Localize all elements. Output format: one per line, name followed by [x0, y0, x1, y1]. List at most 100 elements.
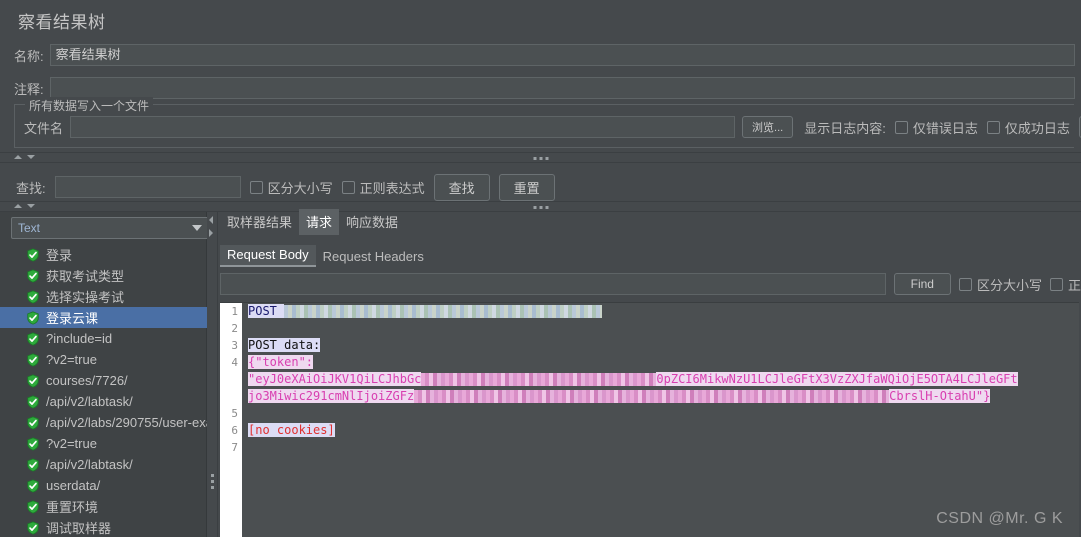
success-shield-icon [27, 289, 39, 304]
post-data-label: POST data: [248, 338, 321, 352]
no-cookies-text: [no cookies] [248, 423, 335, 437]
success-shield-icon [27, 247, 39, 262]
line-number: 5 [231, 407, 238, 420]
tree-item[interactable]: /api/v2/labtask/ [0, 454, 207, 475]
tree-item-label: courses/7726/ [46, 373, 128, 388]
tree-item-label: 选择实操考试 [46, 290, 125, 305]
search-label: 查找: [16, 180, 46, 196]
splitter-top-arrows[interactable] [14, 155, 35, 159]
tree-item[interactable]: /api/v2/labs/290755/user-exa [0, 412, 207, 433]
comment-label: 注释: [14, 81, 44, 97]
line-number: 7 [231, 441, 238, 454]
errors-only-checkbox[interactable] [894, 120, 908, 134]
main-tab[interactable]: 请求 [299, 209, 340, 235]
search-reset-button[interactable]: 重置 [498, 173, 555, 201]
log-content-options: 显示日志内容: 仅错误日志 仅成功日志 [804, 116, 1081, 138]
tree-item-label: /api/v2/labtask/ [46, 394, 133, 409]
find-case-label: 区分大小写 [976, 277, 1042, 293]
find-input[interactable] [220, 273, 886, 295]
tree-item[interactable]: ?v2=true [0, 349, 207, 370]
splitter-top[interactable] [0, 152, 1081, 163]
errors-only-checkbox-row[interactable]: 仅错误日志 [894, 118, 978, 137]
renderer-select-value: Text [18, 221, 41, 235]
comment-input[interactable] [49, 77, 1075, 99]
code-line-1: POST [248, 303, 1079, 320]
splitter-middle-arrows[interactable] [14, 204, 35, 208]
search-case-checkbox[interactable] [249, 180, 263, 194]
browse-button[interactable]: 浏览... [742, 116, 794, 138]
search-regex-checkbox-row[interactable]: 正则表达式 [341, 178, 425, 197]
code-line-3: POST data: [248, 337, 1079, 354]
main-tab[interactable]: 取样器结果 [220, 209, 299, 235]
tree-item[interactable]: 重置环境 [0, 496, 207, 517]
success-shield-icon [27, 520, 39, 535]
results-tree-list[interactable]: 登录获取考试类型 选择实操考试 登录云课 ?include=id ?v2=true cou… [0, 244, 207, 537]
tree-item[interactable]: userdata/ [0, 475, 207, 496]
tree-item[interactable]: ?include=id [0, 328, 207, 349]
collapse-down-icon[interactable] [27, 155, 35, 159]
results-tree-panel: Text 登录获取考试类型 选择实操考试 登录云课 ?include=id ?v2=tr… [0, 212, 209, 537]
sub-tab[interactable]: Request Body [220, 245, 316, 267]
groupbox-legend: 所有数据写入一个文件 [25, 97, 154, 114]
token-value-part-b-tail: CbrslH-OtahU"} [889, 389, 991, 403]
tree-item[interactable]: 登录云课 [0, 307, 207, 328]
tree-item-label: 获取考试类型 [46, 269, 125, 284]
name-input[interactable]: 察看结果树 [49, 44, 1075, 66]
success-shield-icon [27, 499, 39, 514]
collapse-left-icon[interactable] [209, 216, 213, 224]
find-case-checkbox[interactable] [958, 277, 972, 291]
success-shield-icon [27, 268, 39, 283]
search-case-checkbox-row[interactable]: 区分大小写 [249, 178, 333, 197]
tree-item-label: 登录云课 [46, 311, 99, 326]
splitter-middle[interactable] [0, 201, 1081, 212]
request-body-viewer[interactable]: 1 2 3 4 5 6 7 POST POST data: {"token": "eyJ0e… [220, 302, 1079, 537]
splitter-middle-grip-icon[interactable] [533, 206, 548, 209]
vertical-splitter[interactable] [207, 212, 218, 537]
success-only-checkbox[interactable] [986, 120, 1000, 134]
sub-tab[interactable]: Request Headers [316, 247, 431, 267]
search-input[interactable] [54, 176, 241, 198]
filename-row: 文件名 浏览... 显示日志内容: 仅错误日志 仅成功日志 [24, 116, 1081, 138]
redacted-url-mosaic [284, 305, 603, 318]
vertical-splitter-arrows[interactable] [209, 216, 213, 237]
sub-tab-bar[interactable]: Request Body Request Headers [220, 245, 431, 267]
chevron-down-icon[interactable] [192, 225, 202, 231]
find-button[interactable]: Find [893, 273, 951, 295]
search-find-button[interactable]: 查找 [433, 173, 490, 201]
vertical-splitter-grip-icon[interactable] [211, 474, 214, 489]
find-case-checkbox-row[interactable]: 区分大小写 [958, 275, 1042, 294]
token-json-open: {"token": [248, 355, 314, 369]
code-content[interactable]: POST POST data: {"token": "eyJ0eXAiOiJKV… [242, 303, 1079, 537]
page-title: 察看结果树 [18, 13, 106, 32]
find-regex-checkbox[interactable] [1049, 277, 1063, 291]
tree-item[interactable]: courses/7726/ [0, 370, 207, 391]
log-content-label: 显示日志内容: [804, 120, 886, 136]
tree-item[interactable]: ?v2=true [0, 433, 207, 454]
tree-item[interactable]: 调试取样器 [0, 517, 207, 537]
main-tab[interactable]: 响应数据 [339, 209, 405, 235]
success-only-checkbox-row[interactable]: 仅成功日志 [986, 118, 1070, 137]
filename-input[interactable] [70, 116, 736, 138]
collapse-up-icon[interactable] [14, 155, 22, 159]
tree-item[interactable]: /api/v2/labtask/ [0, 391, 207, 412]
collapse-right-icon[interactable] [209, 229, 213, 237]
tree-item[interactable]: 选择实操考试 [0, 286, 207, 307]
code-line-4b: "eyJ0eXAiOiJKV1QiLCJhbGc 0pZCI6MikwNzU1LC… [248, 371, 1079, 388]
collapse-up-icon[interactable] [14, 204, 22, 208]
line-number: 1 [231, 305, 238, 318]
main-tab-bar[interactable]: 取样器结果 请求 响应数据 [220, 209, 405, 235]
success-shield-icon [27, 457, 39, 472]
tree-item-label: ?include=id [46, 331, 113, 346]
redacted-token-mosaic-b [414, 390, 890, 403]
collapse-down-icon[interactable] [27, 204, 35, 208]
tree-item[interactable]: 登录 [0, 244, 207, 265]
success-shield-icon [27, 373, 39, 388]
search-regex-checkbox[interactable] [341, 180, 355, 194]
find-regex-checkbox-row[interactable]: 正 [1049, 275, 1081, 294]
splitter-top-grip-icon[interactable] [533, 157, 548, 160]
renderer-select[interactable]: Text [11, 217, 209, 239]
tree-item[interactable]: 获取考试类型 [0, 265, 207, 286]
line-number-gutter: 1 2 3 4 5 6 7 [220, 303, 242, 537]
